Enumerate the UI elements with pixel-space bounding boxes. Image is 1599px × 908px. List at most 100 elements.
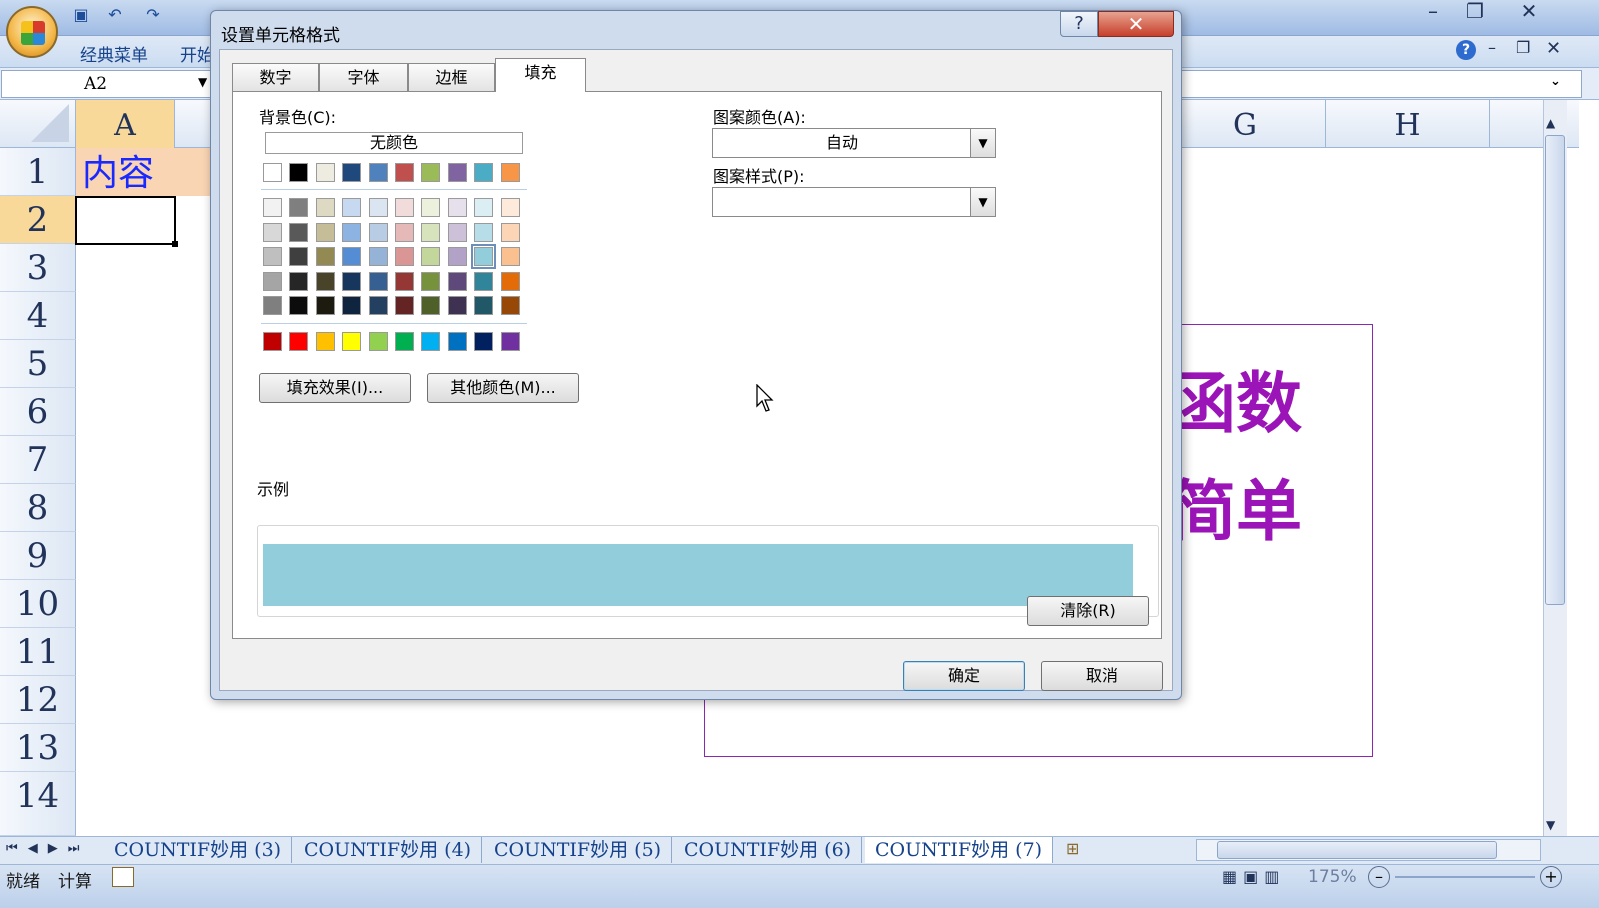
color-swatch[interactable] <box>342 222 361 242</box>
color-swatch[interactable] <box>342 271 361 291</box>
horizontal-scroll-thumb[interactable] <box>1217 841 1497 859</box>
sheet-tab[interactable]: COUNTIF妙用 (3) <box>104 837 293 863</box>
row-header[interactable]: 4 <box>0 292 76 340</box>
pattern-style-dropdown[interactable]: ▼ <box>712 187 996 217</box>
color-swatch[interactable] <box>263 198 282 217</box>
name-box[interactable]: A2 <box>1 70 213 98</box>
sheet-tab[interactable]: COUNTIF妙用 (5) <box>484 837 673 863</box>
redo-icon[interactable]: ↷ <box>142 4 164 26</box>
cell-a2-selected[interactable] <box>75 196 178 247</box>
row-header[interactable]: 5 <box>0 340 76 388</box>
color-swatch[interactable] <box>369 332 388 351</box>
color-swatch[interactable] <box>369 296 388 315</box>
color-swatch[interactable] <box>289 163 308 182</box>
color-swatch[interactable] <box>448 271 467 291</box>
horizontal-scrollbar[interactable] <box>1196 839 1541 861</box>
restore-workbook-icon[interactable]: ❐ <box>1516 38 1530 57</box>
menu-tab-classic[interactable]: 经典菜单 <box>80 41 148 66</box>
color-swatch[interactable] <box>369 198 388 217</box>
sheet-tab[interactable]: COUNTIF妙用 (6) <box>674 837 863 863</box>
color-swatch[interactable] <box>263 271 282 291</box>
undo-icon[interactable]: ↶ <box>104 4 126 26</box>
color-swatch[interactable] <box>448 222 467 242</box>
zoom-slider[interactable] <box>1395 876 1535 878</box>
row-header[interactable]: 9 <box>0 532 76 580</box>
column-header-a[interactable]: A <box>76 100 175 148</box>
color-swatch[interactable] <box>395 247 414 266</box>
color-swatch[interactable] <box>421 163 440 182</box>
tab-fill[interactable]: 填充 <box>495 58 586 92</box>
color-swatch[interactable] <box>395 271 414 291</box>
more-colors-button[interactable]: 其他颜色(M)... <box>427 373 579 403</box>
tab-font[interactable]: 字体 <box>319 63 408 91</box>
color-swatch[interactable] <box>395 332 414 351</box>
zoom-level[interactable]: 175% <box>1308 867 1357 887</box>
color-swatch[interactable] <box>369 163 388 182</box>
chevron-down-icon[interactable]: ▼ <box>970 188 995 216</box>
color-swatch[interactable] <box>263 247 282 266</box>
color-swatch[interactable] <box>474 271 493 291</box>
dialog-close-button[interactable]: ✕ <box>1098 11 1174 37</box>
color-swatch[interactable] <box>316 247 335 266</box>
vertical-scroll-thumb[interactable] <box>1545 135 1565 605</box>
color-swatch[interactable] <box>342 247 361 266</box>
fill-handle[interactable] <box>172 241 178 247</box>
color-swatch[interactable] <box>369 247 388 266</box>
color-swatch[interactable] <box>263 163 282 182</box>
insert-sheet-icon[interactable]: ⊞ <box>1066 839 1079 858</box>
sheet-nav-icon[interactable]: ⏮◀▶⏭ <box>6 841 89 856</box>
minimize-window-icon[interactable]: – <box>1410 0 1456 24</box>
color-swatch[interactable] <box>342 332 361 351</box>
color-swatch[interactable] <box>342 198 361 217</box>
color-swatch[interactable] <box>448 198 467 217</box>
close-workbook-icon[interactable]: ✕ <box>1546 38 1561 59</box>
color-swatch[interactable] <box>289 271 308 291</box>
color-swatch[interactable] <box>289 332 308 351</box>
scroll-up-icon[interactable]: ▲ <box>1546 116 1555 130</box>
color-swatch[interactable] <box>448 296 467 315</box>
dialog-help-button[interactable]: ? <box>1060 11 1098 37</box>
color-swatch[interactable] <box>421 296 440 315</box>
fill-effects-button[interactable]: 填充效果(I)... <box>259 373 411 403</box>
color-swatch[interactable] <box>448 247 467 266</box>
cell-a1[interactable]: 内容 <box>76 148 211 196</box>
row-header[interactable]: 8 <box>0 484 76 532</box>
color-swatch[interactable] <box>471 244 496 269</box>
color-swatch[interactable] <box>316 222 335 242</box>
row-header[interactable]: 14 <box>0 772 76 836</box>
row-header[interactable]: 1 <box>0 148 76 196</box>
color-swatch[interactable] <box>474 222 493 242</box>
status-calculate[interactable]: 计算 <box>58 867 92 892</box>
color-swatch[interactable] <box>501 222 520 242</box>
color-swatch[interactable] <box>501 271 520 291</box>
name-box-dropdown-icon[interactable]: ▼ <box>198 75 207 89</box>
no-color-button[interactable]: 无颜色 <box>265 132 523 154</box>
color-swatch[interactable] <box>289 222 308 242</box>
color-swatch[interactable] <box>316 332 335 351</box>
color-swatch[interactable] <box>263 332 282 351</box>
color-swatch[interactable] <box>263 296 282 315</box>
sheet-tab[interactable]: COUNTIF妙用 (4) <box>294 837 483 863</box>
select-all-corner[interactable] <box>0 100 76 148</box>
row-header[interactable]: 10 <box>0 580 76 628</box>
color-swatch[interactable] <box>421 332 440 351</box>
row-header[interactable]: 7 <box>0 436 76 484</box>
color-swatch[interactable] <box>289 198 308 217</box>
color-swatch[interactable] <box>501 332 520 351</box>
color-swatch[interactable] <box>395 296 414 315</box>
color-swatch[interactable] <box>501 247 520 266</box>
color-swatch[interactable] <box>316 271 335 291</box>
save-icon[interactable]: ▣ <box>70 4 92 26</box>
color-swatch[interactable] <box>421 222 440 242</box>
column-header-h[interactable]: H <box>1326 100 1490 148</box>
color-swatch[interactable] <box>369 271 388 291</box>
color-swatch[interactable] <box>501 198 520 217</box>
row-header[interactable]: 3 <box>0 244 76 292</box>
chevron-down-icon[interactable]: ▼ <box>970 129 995 157</box>
color-swatch[interactable] <box>474 296 493 315</box>
office-button[interactable] <box>6 6 58 58</box>
pattern-color-dropdown[interactable]: 自动 ▼ <box>712 128 996 158</box>
close-window-icon[interactable]: ✕ <box>1506 0 1552 24</box>
minimize-workbook-icon[interactable]: – <box>1488 38 1496 57</box>
color-swatch[interactable] <box>263 222 282 242</box>
